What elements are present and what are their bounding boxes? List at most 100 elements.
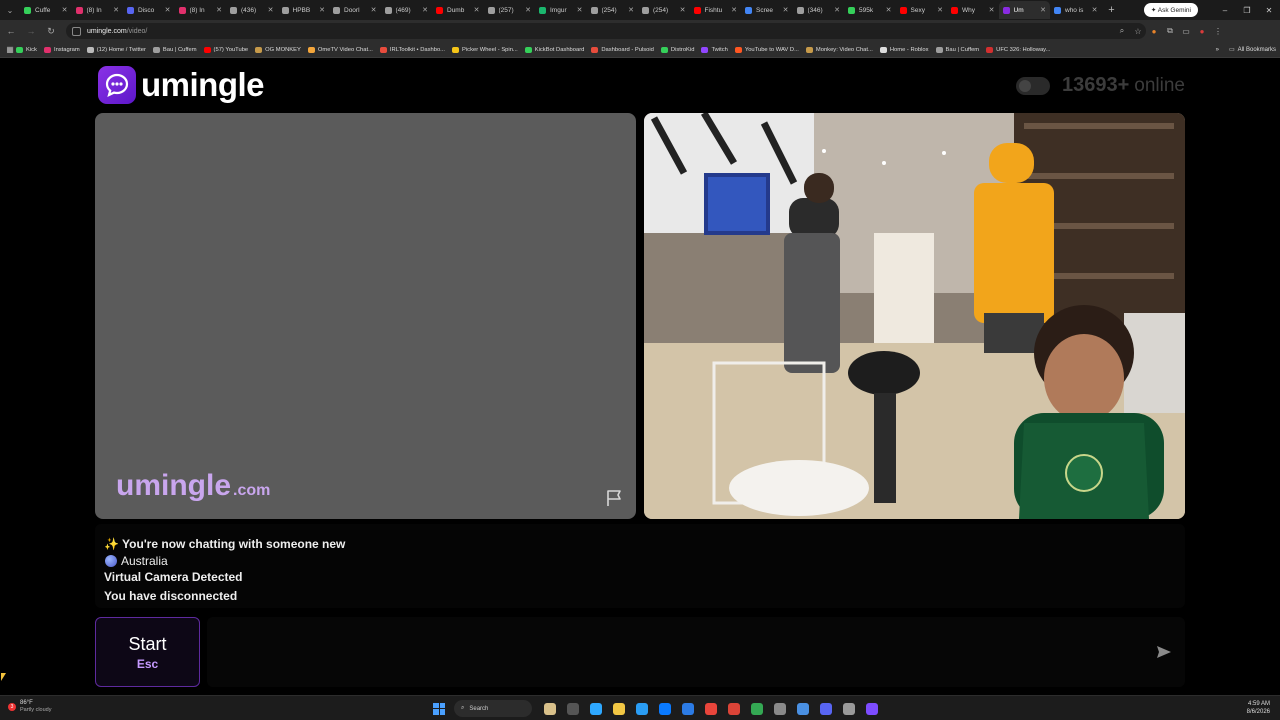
tab-close-icon[interactable]: ✕ [113,6,119,14]
taskbar-app-icon[interactable] [566,702,579,715]
browser-tab[interactable]: HPBB ✕ [278,1,330,19]
system-tray-clock[interactable]: 4:59 AM 8/6/2026 [1247,700,1270,716]
browser-tab[interactable]: who is ✕ [1050,1,1102,19]
bookmark-item[interactable]: KickBot Dashboard [524,46,584,53]
bookmark-item[interactable]: Bau | Cuffem [152,46,197,53]
taskbar-app-icon[interactable] [819,702,832,715]
ask-gemini-button[interactable]: ✦ Ask Gemini [1143,3,1198,17]
tab-close-icon[interactable]: ✕ [525,6,531,14]
extension-icon[interactable]: ● [1146,27,1162,36]
extensions-puzzle-icon[interactable]: ⧉ [1162,26,1178,36]
tab-close-icon[interactable]: ✕ [371,6,377,14]
bookmark-item[interactable]: Monkey: Video Chat... [805,46,873,53]
tab-close-icon[interactable]: ✕ [1040,6,1046,14]
tab-close-icon[interactable]: ✕ [62,6,68,14]
taskbar-app-icon[interactable] [543,702,556,715]
site-info-icon[interactable] [72,26,81,36]
taskbar-search[interactable]: ⌕ Search [454,700,532,717]
bookmark-item[interactable]: IRLToolkit • Dashbo... [379,46,445,53]
tab-close-icon[interactable]: ✕ [989,6,995,14]
taskbar-app-icon[interactable] [589,702,602,715]
tab-close-icon[interactable]: ✕ [422,6,428,14]
omnibox[interactable]: umingle.com/video/ ⌕ ☆ [66,23,1146,39]
browser-tab[interactable]: (254) ✕ [587,1,639,19]
bookmark-star-icon[interactable]: ☆ [1130,27,1146,36]
browser-tab[interactable]: (346) ✕ [793,1,845,19]
browser-tab[interactable]: Doorl ✕ [329,1,381,19]
browser-tab[interactable]: Fishtu ✕ [690,1,742,19]
taskbar-app-icon[interactable] [612,702,625,715]
tab-close-icon[interactable]: ✕ [680,6,686,14]
tab-close-icon[interactable]: ✕ [268,6,274,14]
taskbar-app-icon[interactable] [704,702,717,715]
browser-tab[interactable]: Sexy ✕ [896,1,948,19]
tab-close-icon[interactable]: ✕ [319,6,325,14]
tab-close-icon[interactable]: ✕ [628,6,634,14]
browser-tab[interactable]: Why ✕ [947,1,999,19]
taskbar-app-icon[interactable] [750,702,763,715]
taskbar-app-icon[interactable] [658,702,671,715]
taskbar-app-icon[interactable] [842,702,855,715]
browser-tab[interactable]: Dumb ✕ [432,1,484,19]
bookmark-item[interactable]: Dashboard - Pulsoid [591,46,654,53]
message-input[interactable] [207,617,1137,687]
tab-close-icon[interactable]: ✕ [731,6,737,14]
browser-tab[interactable]: Um ✕ [998,1,1050,19]
windows-start-icon[interactable] [433,702,445,715]
start-button[interactable]: Start Esc [95,617,200,687]
bookmark-item[interactable]: YouTube to WAV D... [734,46,799,53]
bookmark-item[interactable]: (57) YouTube [203,46,248,53]
bookmark-item[interactable]: OmeTV Video Chat... [307,46,373,53]
browser-tab[interactable]: (469) ✕ [381,1,433,19]
taskbar-app-icon[interactable] [727,702,740,715]
site-logo[interactable]: umingle [98,66,265,104]
new-tab-button[interactable]: + [1102,4,1122,16]
tab-search-button[interactable]: ⌄ [0,0,20,20]
taskbar-app-icon[interactable] [865,702,878,715]
tab-close-icon[interactable]: ✕ [886,6,892,14]
bookmark-item[interactable]: Kick [16,46,37,53]
browser-tab[interactable]: (8) In ✕ [72,1,124,19]
theme-toggle[interactable] [1015,76,1050,95]
profile-avatar-icon[interactable]: ● [1194,27,1210,36]
all-bookmarks-link[interactable]: All Bookmarks [1238,47,1276,53]
tab-close-icon[interactable]: ✕ [474,6,480,14]
taskbar-app-icon[interactable] [635,702,648,715]
taskbar-app-icon[interactable] [773,702,786,715]
tab-close-icon[interactable]: ✕ [577,6,583,14]
browser-tab[interactable]: Cuffe ✕ [20,1,72,19]
tab-close-icon[interactable]: ✕ [216,6,222,14]
browser-tab[interactable]: (257) ✕ [484,1,536,19]
browser-tab[interactable]: (436) ✕ [226,1,278,19]
browser-tab[interactable]: Disco ✕ [123,1,175,19]
taskbar-app-icon[interactable] [796,702,809,715]
taskbar-app-icon[interactable] [681,702,694,715]
forward-icon[interactable]: → [22,26,40,36]
weather-widget[interactable]: 3 86°F Partly cloudy [8,700,52,714]
tab-close-icon[interactable]: ✕ [783,6,789,14]
bookmark-item[interactable]: Bau | Cuffem [935,46,979,53]
bookmark-item[interactable]: UFC 326: Holloway... [986,46,1050,53]
bookmark-item[interactable]: DistroKid [660,46,694,53]
browser-tab[interactable]: Scree ✕ [741,1,793,19]
bookmark-item[interactable]: Home - Roblox [879,46,929,53]
minimize-button[interactable]: – [1214,6,1236,15]
apps-grid-icon[interactable]: ▦ [4,45,16,54]
bookmark-item[interactable]: (12) Home / Twitter [86,46,146,53]
zoom-icon[interactable]: ⌕ [1114,26,1130,36]
tab-close-icon[interactable]: ✕ [834,6,840,14]
browser-tab[interactable]: 595k ✕ [844,1,896,19]
menu-kebab-icon[interactable]: ⋮ [1210,27,1226,36]
tab-close-icon[interactable]: ✕ [165,6,171,14]
bookmark-item[interactable]: OG MONKEY [255,46,301,53]
bookmarks-overflow-icon[interactable]: » [1216,47,1219,53]
close-window-button[interactable]: ✕ [1258,6,1280,15]
send-icon[interactable] [1156,644,1172,660]
report-flag-icon[interactable] [606,489,624,507]
bookmark-item[interactable]: Instagram [43,46,80,53]
tab-close-icon[interactable]: ✕ [1092,6,1098,14]
tab-close-icon[interactable]: ✕ [937,6,943,14]
back-icon[interactable]: ← [2,26,20,36]
sidebar-icon[interactable]: ▭ [1178,27,1194,36]
maximize-button[interactable]: ❐ [1236,6,1258,15]
